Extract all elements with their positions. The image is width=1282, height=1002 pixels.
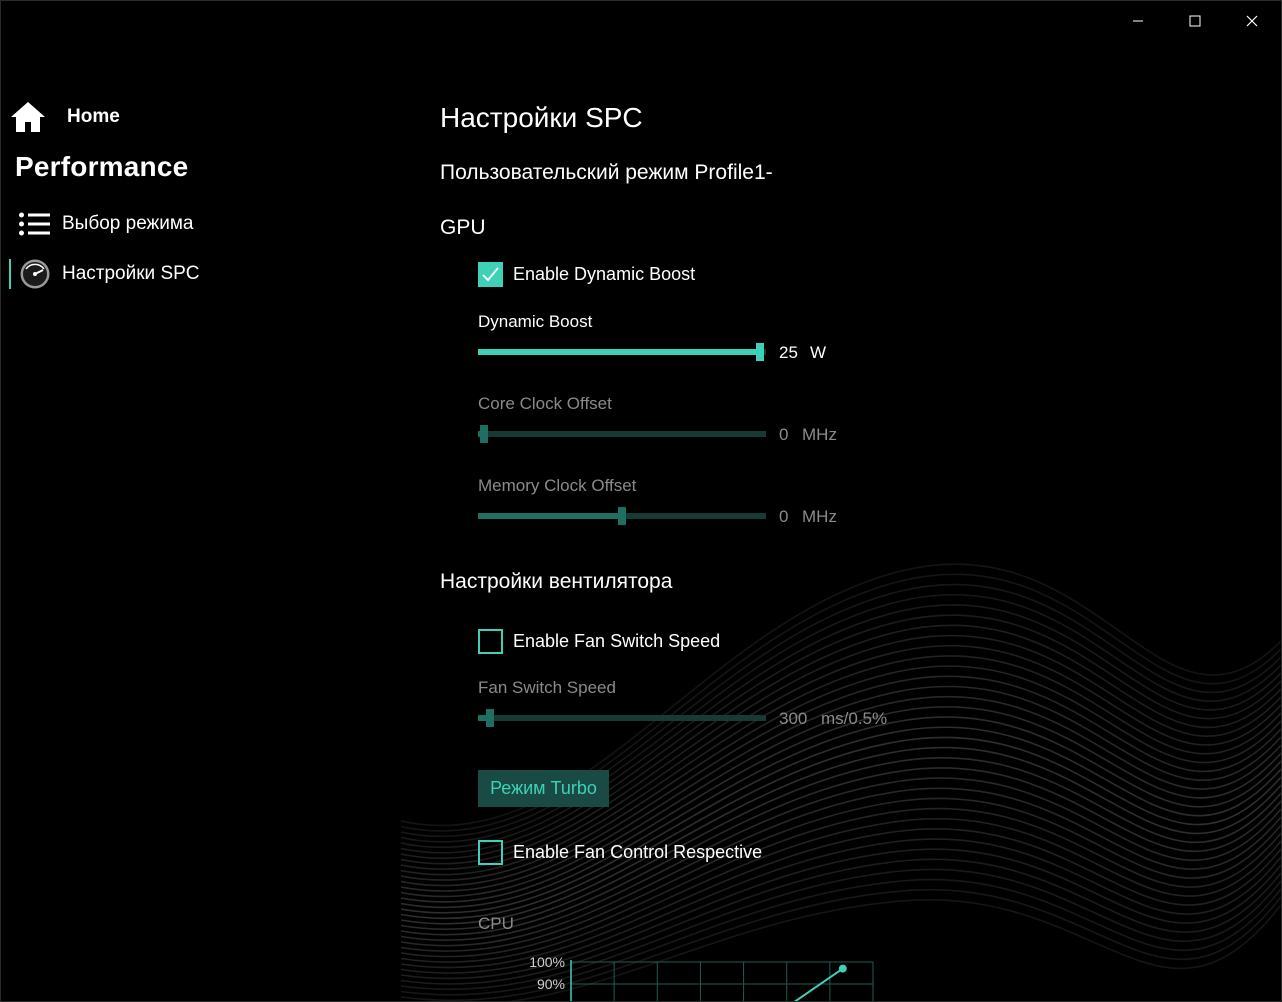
sidebar-title: Performance — [15, 151, 189, 182]
memory-clock-value: 0 — [779, 507, 789, 526]
selected-indicator — [9, 259, 11, 289]
sidebar-item-label: Настройки SPC — [62, 263, 200, 284]
fan-switch-speed-label: Fan Switch Speed — [478, 678, 616, 697]
app-window: Home Performance Выбор режима Настройки … — [0, 0, 1282, 1002]
sidebar-item-label: Выбор режима — [62, 213, 194, 234]
close-button[interactable] — [1229, 5, 1275, 37]
dynamic-boost-checkbox[interactable] — [478, 262, 503, 287]
core-clock-unit: MHz — [802, 425, 837, 444]
maximize-button[interactable] — [1172, 5, 1218, 37]
page-title: Настройки SPC — [440, 102, 643, 133]
series-point — [838, 964, 847, 973]
minimize-icon — [1133, 20, 1143, 22]
dynamic-boost-label: Dynamic Boost — [478, 312, 593, 331]
slider-track — [478, 431, 766, 437]
nav-home-label: Home — [67, 106, 120, 127]
home-icon — [11, 102, 45, 132]
gauge-icon — [15, 257, 55, 291]
core-clock-slider[interactable] — [478, 424, 768, 444]
profile-subtitle: Пользовательский режим Profile1- — [440, 161, 773, 184]
fan-switch-speed-checkbox[interactable] — [478, 629, 503, 654]
maximize-icon — [1189, 15, 1201, 27]
slider-track — [478, 715, 766, 721]
fan-switch-speed-value: 300 — [779, 709, 808, 728]
memory-clock-slider[interactable] — [478, 506, 768, 526]
fan-switch-speed-slider[interactable] — [478, 708, 768, 728]
minimize-button[interactable] — [1115, 5, 1161, 37]
cpu-fan-curve-chart[interactable]: 100% 90% — [511, 949, 891, 1002]
gpu-section-title: GPU — [440, 216, 486, 239]
fan-switch-speed-unit: ms/0.5% — [821, 709, 888, 728]
slider-thumb[interactable] — [480, 425, 488, 443]
fan-control-respective-checkbox-label: Enable Fan Control Respective — [513, 842, 763, 862]
dynamic-boost-value: 25 — [779, 343, 798, 362]
nav-home[interactable]: Home — [9, 99, 120, 135]
core-clock-label: Core Clock Offset — [478, 394, 612, 413]
slider-thumb[interactable] — [486, 709, 494, 727]
slider-thumb[interactable] — [756, 343, 764, 361]
turbo-mode-button[interactable]: Режим Turbo — [478, 770, 609, 807]
memory-clock-unit: MHz — [802, 507, 837, 526]
close-icon — [1246, 15, 1258, 27]
dynamic-boost-unit: W — [810, 343, 827, 362]
sidebar-item-spc-settings[interactable]: Настройки SPC — [9, 257, 200, 291]
dynamic-boost-slider[interactable] — [478, 342, 768, 362]
sidebar-item-mode-select[interactable]: Выбор режима — [9, 207, 194, 241]
y-tick-label: 90% — [537, 976, 565, 992]
memory-clock-label: Memory Clock Offset — [478, 476, 637, 495]
slider-fill — [478, 513, 622, 519]
fan-section-title: Настройки вентилятора — [440, 570, 673, 593]
slider-thumb[interactable] — [618, 507, 626, 525]
series-line — [793, 967, 844, 1001]
list-icon — [15, 207, 55, 241]
fan-switch-speed-checkbox-label: Enable Fan Switch Speed — [513, 631, 721, 651]
slider-fill — [478, 349, 760, 355]
fan-control-respective-checkbox[interactable] — [478, 840, 503, 865]
checkmark-icon — [482, 267, 499, 282]
cpu-chart-label: CPU — [478, 914, 514, 933]
y-tick-label: 100% — [529, 954, 565, 970]
dynamic-boost-checkbox-label: Enable Dynamic Boost — [513, 264, 696, 284]
core-clock-value: 0 — [779, 425, 789, 444]
